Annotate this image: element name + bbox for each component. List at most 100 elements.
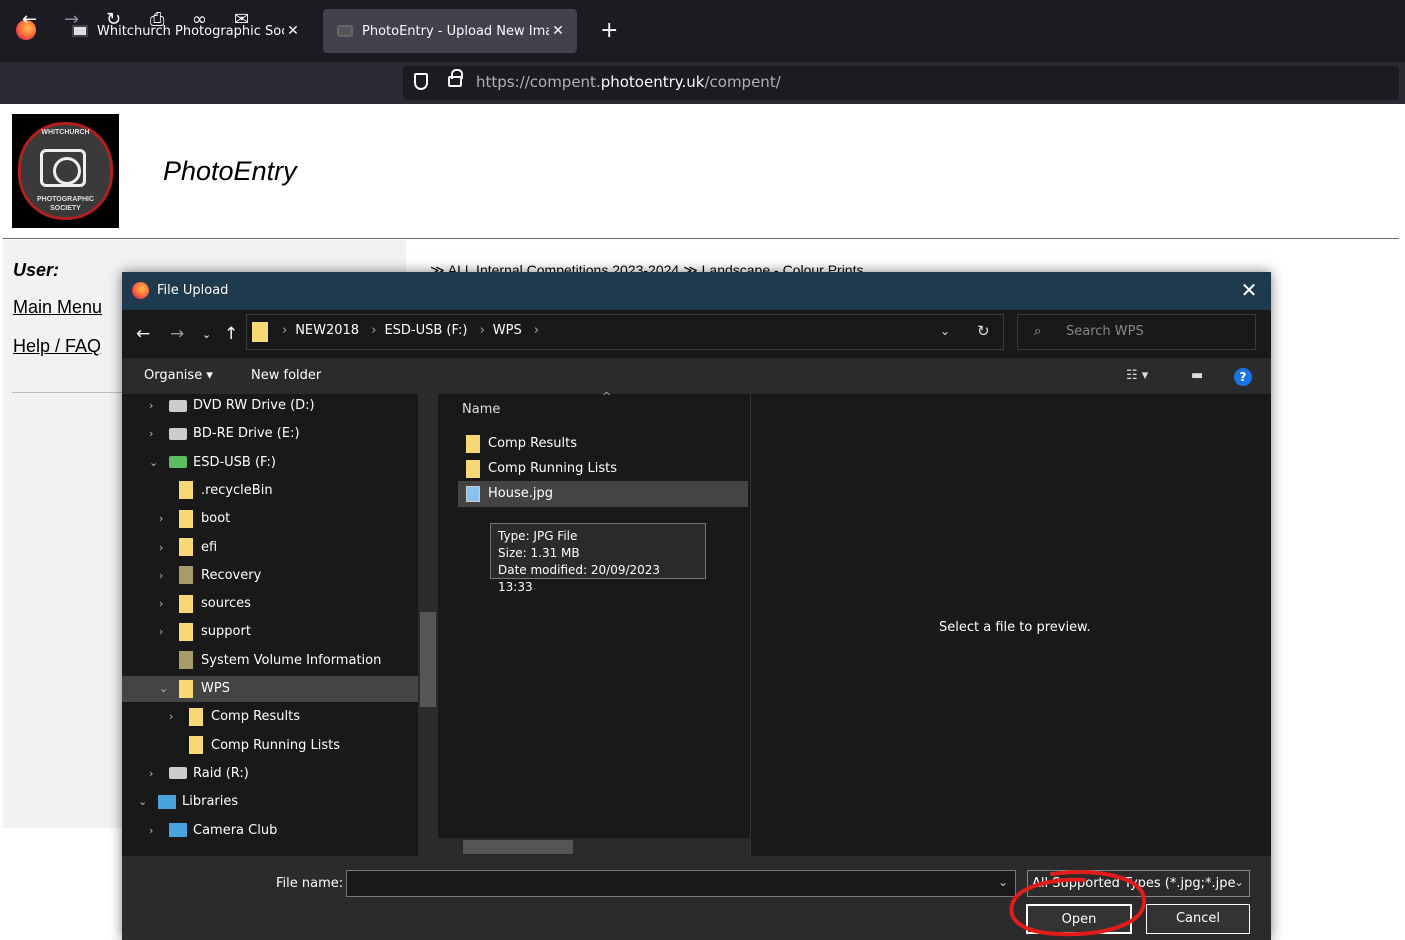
site-title: PhotoEntry <box>163 156 297 186</box>
mail-icon[interactable]: ✉ <box>234 9 249 31</box>
tree-item[interactable]: › sources <box>122 591 418 617</box>
print-icon[interactable]: ⎙ <box>150 9 164 31</box>
expand-chevron-icon[interactable]: ⌄ <box>138 789 147 815</box>
navigation-tree[interactable]: › DVD RW Drive (D:) › BD-RE Drive (E:) ⌄ ESD-… <box>122 394 438 856</box>
tree-item[interactable]: › Comp Results <box>122 704 418 730</box>
drive-icon <box>169 427 187 440</box>
folder-icon <box>179 509 193 528</box>
expand-chevron-icon[interactable]: › <box>149 761 153 787</box>
preview-pane-icon[interactable]: ▬ <box>1191 368 1203 383</box>
tree-item[interactable]: › Raid (R:) <box>122 761 418 787</box>
path-breadcrumb[interactable]: › NEW2018 › ESD-USB (F:) › WPS › <box>282 323 547 338</box>
file-list-item[interactable]: Comp Results <box>458 431 748 457</box>
main-menu-link[interactable]: Main Menu <box>13 297 102 318</box>
logo-text-bottom2: SOCIETY <box>50 205 81 212</box>
tooltip-type: Type: JPG File <box>498 529 578 543</box>
dialog-title-bar: File Upload ✕ <box>122 272 1271 310</box>
folder-icon <box>466 459 480 478</box>
infinity-icon[interactable]: ∞ <box>192 9 207 31</box>
back-icon[interactable]: ← <box>136 324 150 344</box>
library-icon <box>169 823 187 837</box>
tree-scrollbar-thumb[interactable] <box>420 612 436 707</box>
expand-chevron-icon[interactable]: › <box>159 619 163 645</box>
expand-chevron-icon[interactable]: › <box>159 591 163 617</box>
expand-chevron-icon[interactable]: ⌄ <box>149 450 158 476</box>
file-type-dropdown-icon[interactable]: ⌄ <box>1234 875 1244 889</box>
close-tab-icon[interactable]: ✕ <box>284 23 302 39</box>
file-name-dropdown-icon[interactable]: ⌄ <box>998 875 1008 889</box>
recent-locations-chevron-icon[interactable]: ⌄ <box>202 328 211 341</box>
back-icon[interactable]: ← <box>22 9 37 31</box>
tree-item[interactable]: › DVD RW Drive (D:) <box>122 394 418 419</box>
organise-button[interactable]: Organise ▾ <box>144 368 213 383</box>
cancel-button[interactable]: Cancel <box>1146 904 1250 934</box>
up-folder-icon[interactable]: ↑ <box>224 324 238 344</box>
folder-icon <box>179 651 193 670</box>
logo-text-bottom: PHOTOGRAPHIC <box>36 196 95 203</box>
tree-item-label: sources <box>201 596 251 612</box>
file-list-item[interactable]: House.jpg <box>458 481 748 507</box>
tree-item[interactable]: ⌄ ESD-USB (F:) <box>122 450 418 476</box>
tree-item[interactable]: › support <box>122 619 418 645</box>
tree-item-label: support <box>201 624 251 640</box>
help-icon[interactable]: ? <box>1234 368 1252 386</box>
change-view-icon[interactable]: ☷ ▾ <box>1126 368 1148 383</box>
path-segment[interactable]: NEW2018 <box>295 323 359 338</box>
expand-chevron-icon[interactable]: › <box>159 535 163 561</box>
tab-whitchurch[interactable]: Whitchurch Photographic Socie ✕ <box>58 9 312 53</box>
expand-chevron-icon[interactable]: › <box>149 818 153 844</box>
tree-item[interactable]: › efi <box>122 535 418 561</box>
address-dropdown-icon[interactable]: ⌄ <box>940 324 950 338</box>
close-tab-icon[interactable]: ✕ <box>549 23 567 39</box>
file-tooltip: Type: JPG File Size: 1.31 MB Date modifi… <box>490 523 706 594</box>
lock-icon[interactable] <box>448 69 463 87</box>
tree-item[interactable]: › Camera Club <box>122 818 418 844</box>
drive-icon <box>169 399 187 412</box>
tree-item[interactable]: › Recovery <box>122 563 418 589</box>
tree-item[interactable]: .recycleBin <box>122 478 418 504</box>
user-label: User: <box>13 260 60 280</box>
forward-icon[interactable]: → <box>170 324 184 344</box>
tree-item-label: WPS <box>201 681 230 696</box>
tree-item-label: boot <box>201 511 231 527</box>
horizontal-scrollbar-thumb[interactable] <box>463 840 573 854</box>
expand-chevron-icon[interactable]: › <box>159 506 163 532</box>
tracking-shield-icon[interactable] <box>414 73 428 90</box>
tree-item[interactable]: › boot <box>122 506 418 532</box>
tree-item[interactable]: System Volume Information <box>122 648 418 674</box>
url-text[interactable]: https://compent.photoentry.uk/compent/ <box>476 73 781 91</box>
camera-icon <box>40 149 86 187</box>
expand-chevron-icon[interactable]: › <box>149 421 153 447</box>
tree-item[interactable]: Comp Running Lists <box>122 733 418 759</box>
expand-chevron-icon[interactable]: › <box>159 563 163 589</box>
tree-item-label: Libraries <box>182 794 239 810</box>
open-button[interactable]: Open <box>1026 904 1132 934</box>
new-folder-button[interactable]: New folder <box>251 368 321 383</box>
tooltip-date: Date modified: 20/09/2023 13:33 <box>498 563 661 594</box>
tree-item[interactable]: ⌄ Libraries <box>122 789 418 815</box>
refresh-icon[interactable]: ↻ <box>977 322 990 340</box>
reload-icon[interactable]: ↻ <box>106 9 121 31</box>
folder-icon <box>179 622 193 641</box>
preview-message: Select a file to preview. <box>939 620 1091 635</box>
tree-item[interactable]: ⌄ WPS <box>122 676 418 702</box>
path-segment[interactable]: ESD-USB (F:) <box>384 323 467 338</box>
tab-photoentry[interactable]: PhotoEntry - Upload New Imag ✕ <box>323 9 577 53</box>
tree-item[interactable]: › BD-RE Drive (E:) <box>122 421 418 447</box>
file-name-input[interactable] <box>346 870 1016 897</box>
expand-chevron-icon[interactable]: ⌄ <box>159 676 168 702</box>
name-column-header[interactable]: Name <box>462 402 500 417</box>
file-type-select[interactable]: All Supported Types (*.jpg;*.jpe <box>1027 870 1250 897</box>
search-icon: ⌕ <box>1034 324 1042 339</box>
tree-item-label: ESD-USB (F:) <box>193 454 276 470</box>
forward-icon[interactable]: → <box>64 9 79 31</box>
expand-chevron-icon[interactable]: › <box>169 704 173 730</box>
path-segment[interactable]: WPS <box>493 323 522 338</box>
help-faq-link[interactable]: Help / FAQ <box>13 336 101 357</box>
close-icon[interactable]: ✕ <box>1237 278 1261 302</box>
expand-chevron-icon[interactable]: › <box>149 394 153 419</box>
file-list-item[interactable]: Comp Running Lists <box>458 456 748 482</box>
file-name: House.jpg <box>488 486 553 501</box>
firefox-icon <box>132 282 149 299</box>
new-tab-button[interactable]: + <box>600 18 618 43</box>
